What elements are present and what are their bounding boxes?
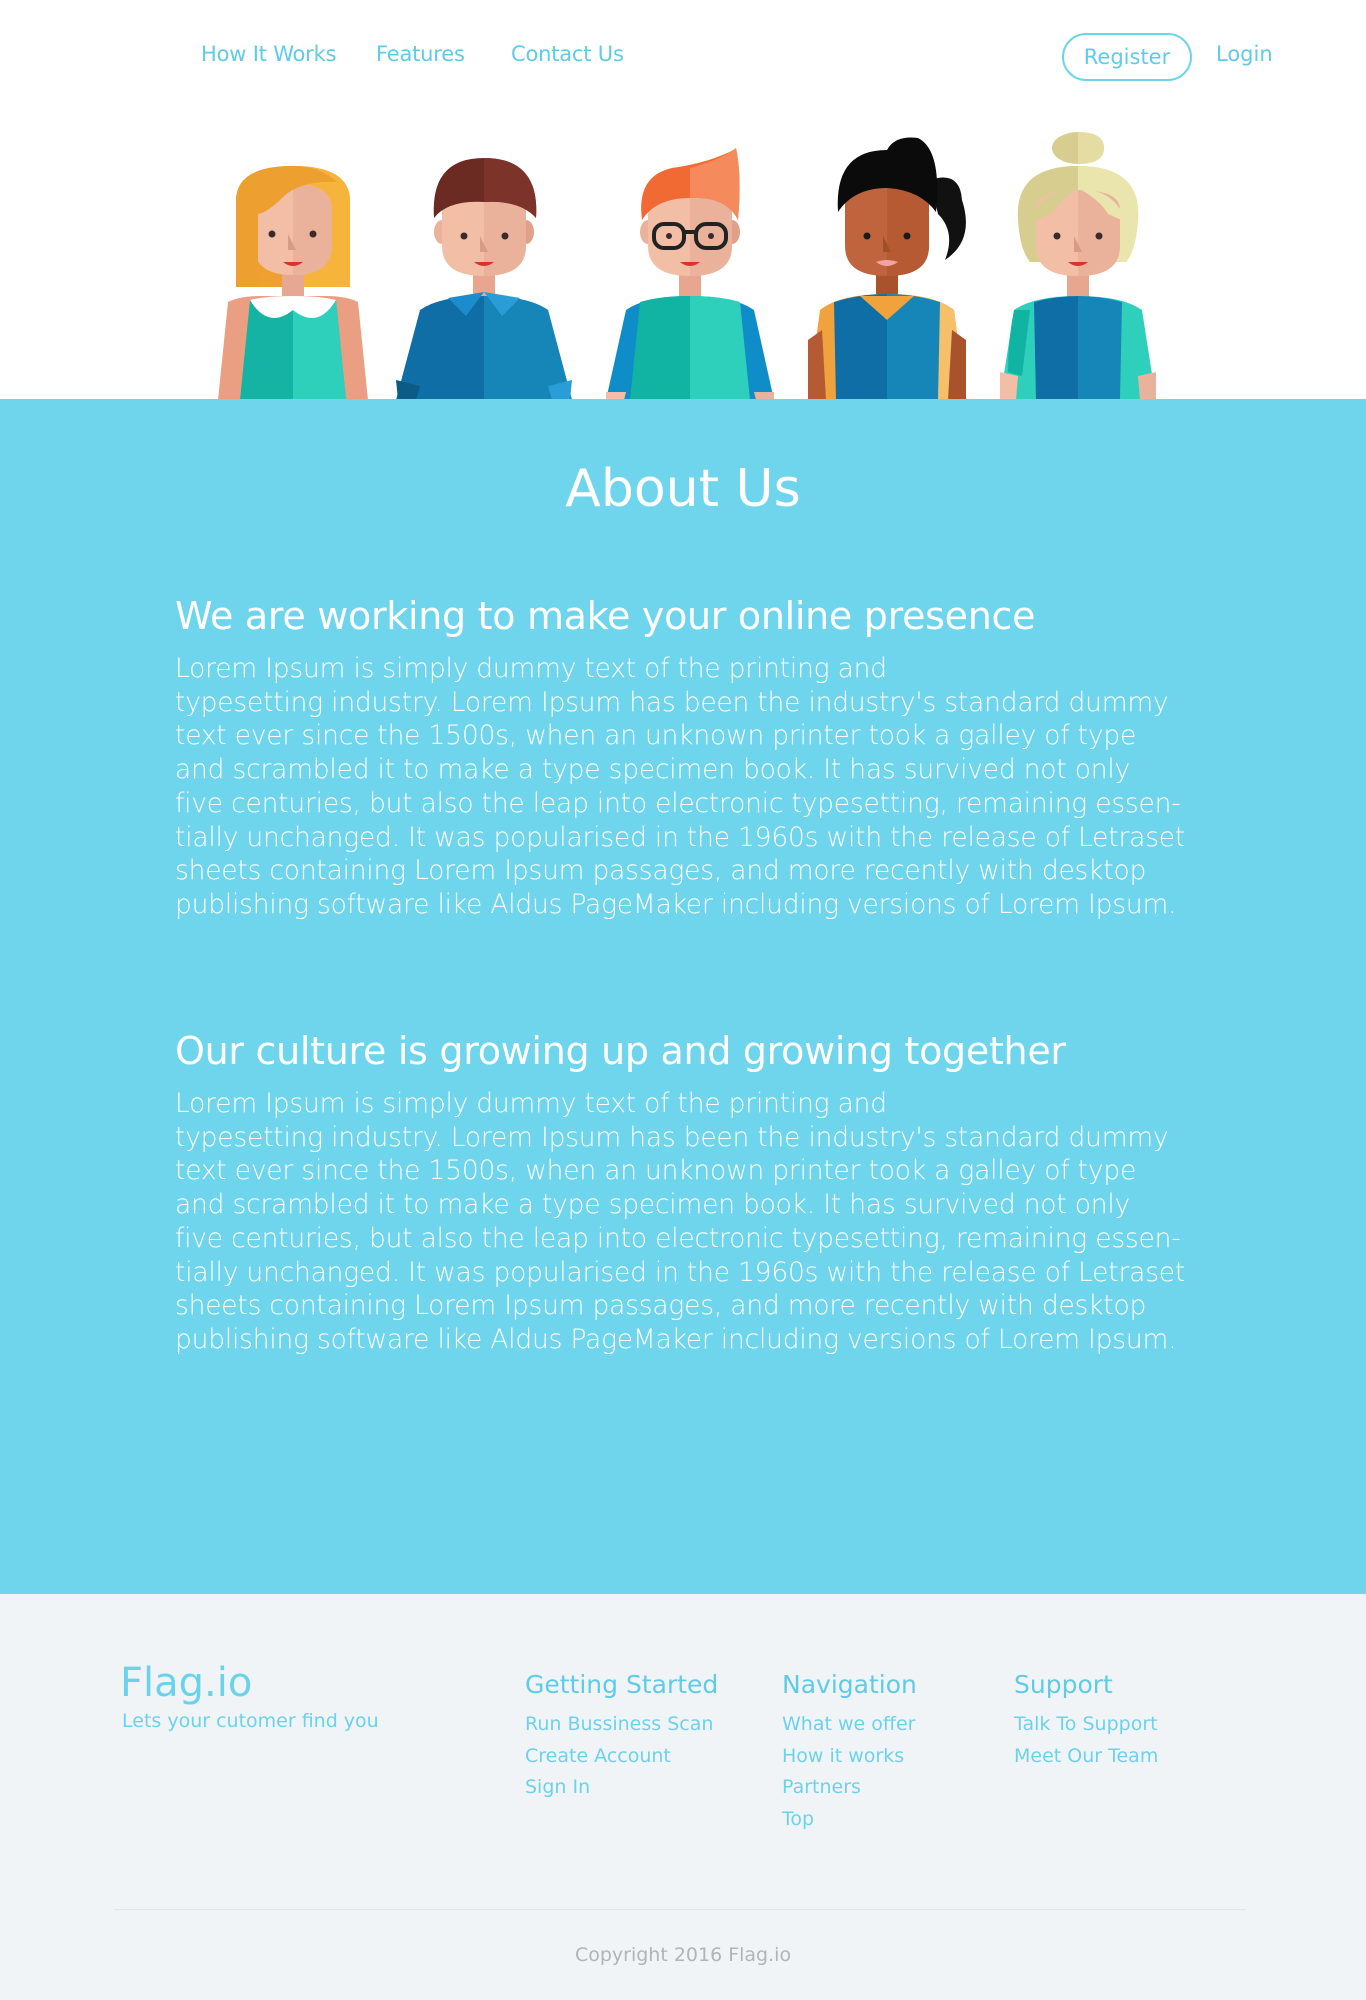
footer-link-run-business-scan[interactable]: Run Bussiness Scan [525,1709,718,1741]
paragraph-line: publishing software like Aldus PageMaker… [175,1323,1177,1355]
footer-link-what-we-offer[interactable]: What we offer [782,1709,917,1741]
login-link[interactable]: Login [1216,42,1273,66]
footer-column-title: Navigation [782,1670,917,1699]
footer-brand-logo[interactable]: Flag.io [120,1660,252,1706]
footer-link-how-it-works[interactable]: How it works [782,1741,917,1773]
paragraph-line: tially unchanged. It was popularised in … [175,821,1186,853]
footer-column-support: Support Talk To Support Meet Our Team [1014,1670,1158,1772]
paragraph-line: five centuries, but also the leap into e… [175,787,1181,819]
hero-illustration [0,110,1366,400]
nav-link-contact-us[interactable]: Contact Us [511,42,624,66]
nav-link-features[interactable]: Features [376,42,465,66]
team-illustration [218,132,1156,400]
paragraph-line: typesetting industry. Lorem Ipsum has be… [175,686,1169,718]
person-4-avatar [808,137,966,400]
register-button[interactable]: Register [1062,33,1192,81]
paragraph-line: text ever since the 1500s, when an unkno… [175,720,1137,752]
paragraph-line: text ever since the 1500s, when an unkno… [175,1155,1137,1187]
about-heading: We are working to make your online prese… [175,594,1036,638]
footer-tagline: Lets your cutomer find you [122,1710,379,1732]
footer-divider [114,1909,1246,1910]
paragraph-line: Lorem Ipsum is simply dummy text of the … [175,653,887,684]
paragraph-line: and scrambled it to make a type specimen… [175,1189,1130,1221]
footer-column-title: Support [1014,1670,1113,1699]
about-block-presence: We are working to make your online prese… [175,594,1195,922]
about-title: About Us [565,459,801,519]
top-navigation: How It Works Features Contact Us Registe… [0,0,1366,110]
footer-column-navigation: Navigation What we offer How it works Pa… [782,1670,917,1835]
about-paragraph: Lorem Ipsum is simply dummy text of the … [175,1087,1195,1357]
site-footer: Flag.io Lets your cutomer find you Getti… [0,1594,1366,2000]
paragraph-line: and scrambled it to make a type specimen… [175,754,1130,786]
copyright-text: Copyright 2016 Flag.io [574,1944,792,1966]
footer-link-partners[interactable]: Partners [782,1772,917,1804]
footer-link-meet-our-team[interactable]: Meet Our Team [1014,1741,1158,1773]
footer-column-getting-started: Getting Started Run Bussiness Scan Creat… [525,1670,718,1804]
paragraph-line: typesetting industry. Lorem Ipsum has be… [175,1121,1169,1153]
footer-link-create-account[interactable]: Create Account [525,1741,718,1773]
footer-link-sign-in[interactable]: Sign In [525,1772,718,1804]
paragraph-line: publishing software like Aldus PageMaker… [175,888,1177,920]
footer-column-title: Getting Started [525,1670,719,1699]
about-paragraph: Lorem Ipsum is simply dummy text of the … [175,652,1195,922]
person-5-avatar [1000,132,1156,400]
person-3-avatar [606,148,774,400]
nav-link-how-it-works[interactable]: How It Works [201,42,337,66]
about-block-culture: Our culture is growing up and growing to… [175,1029,1195,1357]
person-2-avatar [396,158,572,400]
paragraph-line: sheets containing Lorem Ipsum passages, … [175,855,1147,887]
person-1-avatar [218,166,368,400]
footer-link-top[interactable]: Top [782,1804,917,1836]
paragraph-line: Lorem Ipsum is simply dummy text of the … [175,1088,887,1119]
paragraph-line: tially unchanged. It was popularised in … [175,1256,1186,1288]
about-heading: Our culture is growing up and growing to… [175,1029,1066,1073]
footer-link-talk-to-support[interactable]: Talk To Support [1014,1709,1158,1741]
paragraph-line: sheets containing Lorem Ipsum passages, … [175,1290,1147,1322]
about-section: About Us We are working to make your onl… [0,399,1366,1594]
paragraph-line: five centuries, but also the leap into e… [175,1222,1181,1254]
